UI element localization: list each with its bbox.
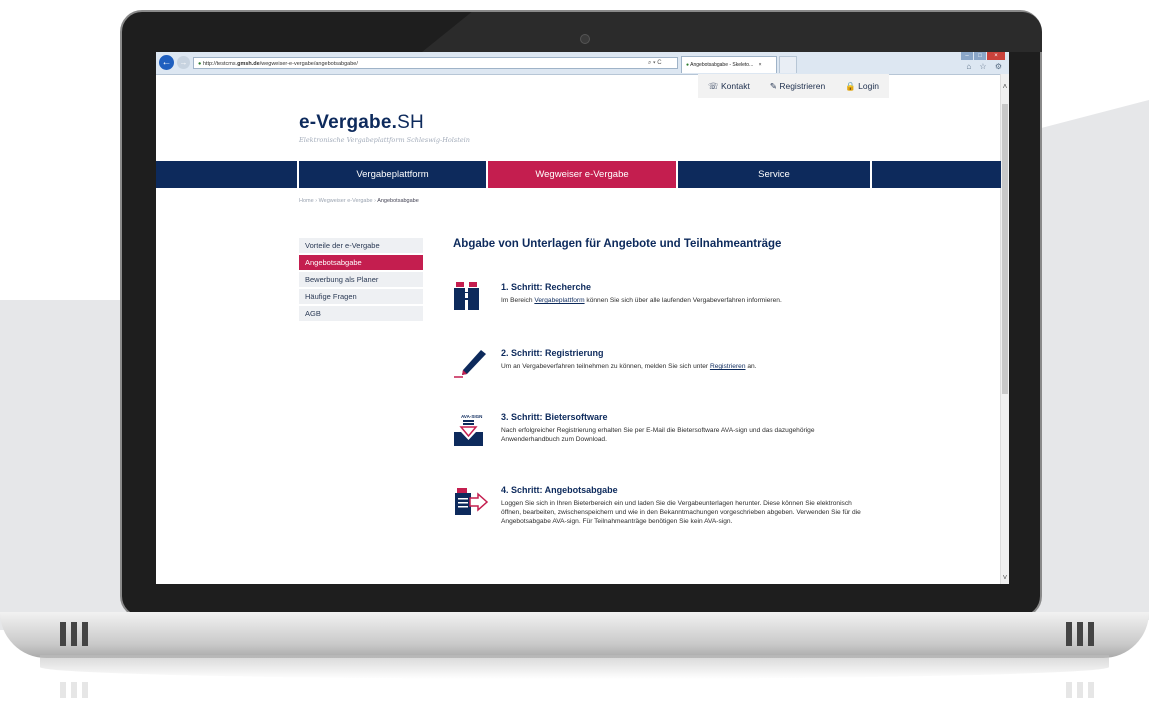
breadcrumb-wegweiser[interactable]: Wegweiser e-Vergabe [319, 198, 373, 204]
page-title: Abgabe von Unterlagen für Angebote und T… [453, 238, 782, 250]
login-label: Login [858, 81, 879, 91]
browser-tab[interactable]: ● Angebotsabgabe - Skeleto... × [681, 56, 777, 73]
step-text: Im Bereich Vergabeplattform können Sie s… [501, 296, 871, 305]
vent-reflection-left [60, 682, 94, 698]
minimize-icon[interactable]: – [961, 52, 973, 60]
step-text-after: können Sie sich über alle laufenden Verg… [584, 297, 782, 304]
utility-nav: ☏ Kontakt ✎ Registrieren 🔒 Login [698, 74, 889, 98]
step-title: 3. Schritt: Bietersoftware [501, 412, 608, 422]
pen-icon [454, 350, 486, 378]
page-scrollbar[interactable]: ˄ ˅ [1000, 74, 1009, 584]
sidebar-item-angebotsabgabe[interactable]: Angebotsabgabe [299, 255, 423, 270]
vent-left [60, 622, 94, 646]
sidebar-item-bewerbung[interactable]: Bewerbung als Planer [299, 272, 423, 287]
vergabeplattform-link[interactable]: Vergabeplattform [534, 297, 584, 304]
download-software-icon: AVA-SIGN [454, 414, 483, 446]
vent-right [1066, 622, 1100, 646]
nav-wegweiser[interactable]: Wegweiser e-Vergabe [488, 161, 676, 188]
nav-divider [870, 161, 872, 188]
ie-logo-icon: ● [198, 61, 202, 67]
contact-link[interactable]: ☏ Kontakt [698, 74, 760, 98]
url-domain: gmsh.de [237, 61, 260, 67]
breadcrumb-separator: › [315, 198, 318, 204]
search-refresh-icon[interactable]: ⌕ ▾ C [648, 57, 662, 69]
sidebar: Vorteile der e-Vergabe Angebotsabgabe Be… [299, 238, 423, 323]
close-window-icon[interactable]: × [987, 52, 1005, 60]
forward-arrow-icon[interactable]: → [177, 56, 190, 69]
step-text: Loggen Sie sich in Ihren Bieterbereich e… [501, 500, 861, 525]
step-title: 2. Schritt: Registrierung [501, 348, 604, 358]
binoculars-icon [454, 282, 479, 310]
contact-label: Kontakt [721, 81, 750, 91]
step-text: Um an Vergabeverfahren teilnehmen zu kön… [501, 362, 871, 371]
register-label: Registrieren [779, 81, 826, 91]
screen: ← → ● http://testcms.gmsh.de/wegweiser-e… [156, 52, 1009, 584]
main-nav: Vergabeplattform Wegweiser e-Vergabe Ser… [156, 161, 1001, 188]
url-prefix: http://testcms. [202, 61, 238, 67]
logo-title: e-Vergabe.SH [299, 112, 470, 134]
tab-favicon-icon: ● [686, 62, 690, 68]
phone-icon: ☏ [708, 81, 719, 91]
step-text-before: Um an Vergabeverfahren teilnehmen zu kön… [501, 363, 710, 370]
logo-suffix: SH [397, 112, 424, 133]
window-controls: – □ × [961, 52, 1005, 60]
nav-vergabeplattform[interactable]: Vergabeplattform [299, 161, 486, 188]
breadcrumb: Home › Wegweiser e-Vergabe › Angebotsabg… [299, 198, 419, 204]
scroll-down-icon[interactable]: ˅ [1001, 573, 1009, 582]
laptop-base [0, 612, 1149, 658]
new-tab-button[interactable] [779, 56, 797, 73]
site-logo[interactable]: e-Vergabe.SH Elektronische Vergabeplattf… [299, 112, 470, 144]
registrieren-link[interactable]: Registrieren [710, 363, 746, 370]
step-text: Nach erfolgreicher Registrierung erhalte… [501, 427, 815, 443]
login-link[interactable]: 🔒 Login [835, 74, 889, 98]
browser-toolbar: ← → ● http://testcms.gmsh.de/wegweiser-e… [156, 52, 1009, 75]
lock-icon: 🔒 [845, 81, 856, 91]
step-text-after: an. [745, 363, 757, 370]
laptop-shadow [40, 655, 1109, 679]
bezel-reflection [422, 12, 1042, 52]
step-title: 4. Schritt: Angebotsabgabe [501, 485, 618, 495]
sidebar-item-vorteile[interactable]: Vorteile der e-Vergabe [299, 238, 423, 253]
icon-label: AVA-SIGN [461, 414, 482, 419]
logo-subtitle: Elektronische Vergabeplattform Schleswig… [299, 136, 470, 144]
step-title: 1. Schritt: Recherche [501, 282, 592, 292]
home-favorites-settings-icon[interactable]: ⌂ ☆ ⚙ [966, 62, 1005, 71]
url-path: /wegweiser-e-vergabe/angebotsabgabe/ [259, 61, 358, 67]
maximize-icon[interactable]: □ [974, 52, 986, 60]
breadcrumb-current: Angebotsabgabe [377, 198, 419, 204]
step-text-before: Im Bereich [501, 297, 535, 304]
vent-reflection-right [1066, 682, 1100, 698]
webcam-icon [580, 34, 590, 44]
scroll-thumb[interactable] [1002, 104, 1008, 394]
breadcrumb-separator: › [374, 198, 376, 204]
tab-close-icon[interactable]: × [759, 62, 762, 68]
scroll-up-icon[interactable]: ˄ [1001, 82, 1009, 91]
sidebar-item-agb[interactable]: AGB [299, 306, 423, 321]
nav-service[interactable]: Service [678, 161, 870, 188]
tab-title: Angebotsabgabe - Skeleto... [690, 62, 754, 68]
register-link[interactable]: ✎ Registrieren [760, 74, 835, 98]
sidebar-item-fragen[interactable]: Häufige Fragen [299, 289, 423, 304]
main-content: Abgabe von Unterlagen für Angebote und T… [453, 238, 973, 525]
logo-main: e-Vergabe. [299, 112, 398, 133]
document-submit-icon [455, 488, 489, 515]
address-bar[interactable]: ● http://testcms.gmsh.de/wegweiser-e-ver… [193, 57, 678, 69]
breadcrumb-home[interactable]: Home [299, 198, 314, 204]
back-arrow-icon[interactable]: ← [159, 55, 174, 70]
pen-icon: ✎ [769, 81, 777, 91]
